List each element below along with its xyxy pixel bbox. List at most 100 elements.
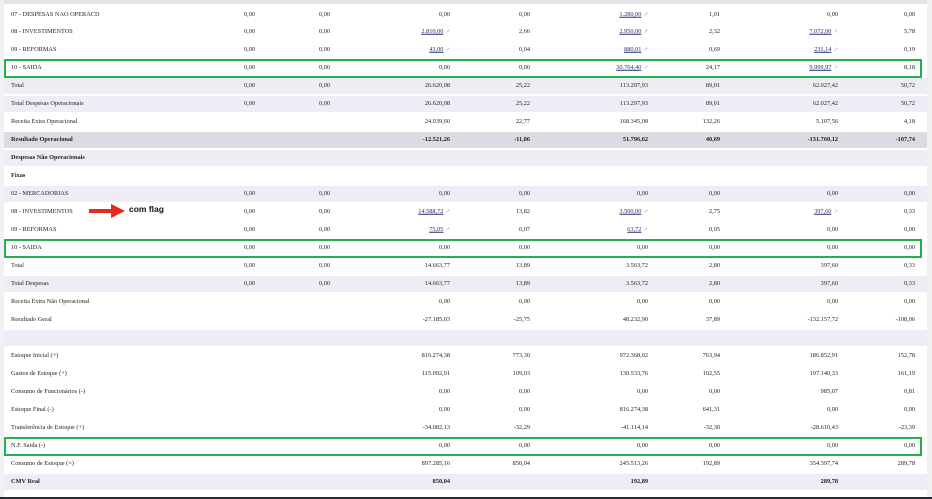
cell-text[interactable]: 2.810,00 (421, 28, 443, 35)
cell-text: 0,69 (708, 45, 720, 53)
cell-value: 0,00 (319, 244, 330, 251)
cell-text: 2,75 (708, 207, 720, 215)
external-link-icon[interactable]: ↗ (833, 209, 838, 216)
cell-link[interactable]: 63,72 ↗ (627, 226, 648, 234)
cell-text: 0,00 (826, 297, 838, 305)
cell-text[interactable]: 1.280,00 (619, 11, 641, 18)
row-label: Resultado Operacional (11, 135, 73, 143)
cell-text: 13,89 (515, 261, 530, 269)
cell-link[interactable]: 2.810,00 ↗ (421, 28, 450, 36)
cell-text: 972.368,02 (619, 351, 648, 359)
cell-value: -28.610,43 (811, 424, 838, 431)
external-link-icon[interactable]: ↗ (445, 47, 450, 54)
cell-text[interactable]: 880,01 (624, 46, 641, 53)
cell-value: 0,00 (637, 190, 648, 197)
row-label: Receita Extra Não Operacional (11, 297, 90, 305)
cell-link[interactable]: 9.999,97 ↗ (809, 64, 838, 72)
external-link-icon[interactable]: ↗ (643, 12, 648, 19)
cell-text: 0,00 (243, 63, 255, 71)
cell-text: 102,55 (702, 369, 720, 377)
external-link-icon[interactable]: ↗ (833, 65, 838, 72)
cell-text: 0,00 (243, 225, 255, 233)
cell-text[interactable]: 9.999,97 (809, 64, 831, 71)
cell-text: 24.039,60 (424, 117, 450, 125)
row-label: Consumo de Funcionários (-) (11, 387, 85, 395)
cell-text[interactable]: 30.764,40 (616, 64, 641, 71)
cell-text: 0,00 (243, 81, 255, 89)
cell-value: 0,00 (709, 190, 720, 197)
cell-value: 0,00 (244, 190, 255, 197)
cell-link[interactable]: 880,01 ↗ (624, 46, 648, 54)
row-label: Consumo de Estoque (=) (11, 459, 74, 467)
cell-text: 13,82 (515, 207, 530, 215)
cell-link[interactable]: 1.280,00 ↗ (619, 11, 648, 19)
row-label: 08 - INVESTIMENTOS (11, 27, 73, 35)
cell-value: 289,78 (821, 478, 838, 485)
cell-value: 0,00 (637, 388, 648, 395)
cell-text[interactable]: 397,60 (814, 208, 831, 215)
cell-text: 773,30 (512, 351, 530, 359)
external-link-icon[interactable]: ↗ (643, 47, 648, 54)
external-link-icon[interactable]: ↗ (445, 29, 450, 36)
cell-text: -27.185,03 (422, 315, 450, 323)
cell-link[interactable]: 75,05 ↗ (429, 226, 450, 234)
cell-link[interactable]: 14.588,72 ↗ (418, 208, 450, 216)
cell-text[interactable]: 231,14 (814, 46, 831, 53)
cell-text[interactable]: 14.588,72 (418, 208, 443, 215)
cell-value: 641,31 (703, 406, 720, 413)
cell-text: 0,00 (243, 279, 255, 287)
cell-value: 0,00 (826, 405, 838, 413)
cell-text: 50,72 (900, 81, 915, 89)
cell-link[interactable]: 397,60 ↗ (814, 208, 838, 216)
cell-value: 0,00 (319, 11, 330, 18)
cell-value: 0,00 (637, 442, 648, 449)
cell-value: 0,00 (244, 28, 255, 35)
cell-link[interactable]: 231,14 ↗ (814, 46, 838, 54)
cell-text: 0,05 (708, 225, 720, 233)
cell-text: 0,00 (826, 405, 838, 413)
right-gutter (927, 0, 932, 497)
cell-value: 0,00 (637, 298, 648, 305)
cell-text[interactable]: 43,00 (429, 46, 443, 53)
cell-value: 0,00 (439, 442, 450, 449)
cell-value: -41.114,14 (620, 423, 648, 431)
external-link-icon[interactable]: ↗ (643, 209, 648, 216)
cell-text: 2,80 (708, 261, 720, 269)
cell-value: 62.027,42 (813, 82, 838, 89)
cell-text: 0,00 (708, 243, 720, 251)
row-label: Despesas Não Operacionais (11, 153, 85, 161)
cell-text: 0,07 (518, 225, 530, 233)
external-link-icon[interactable]: ↗ (643, 227, 648, 234)
cell-text: -41.114,14 (620, 423, 648, 431)
table-row (4, 330, 927, 346)
cell-value: 22,77 (516, 118, 530, 125)
cell-link[interactable]: 7.072,00 ↗ (809, 28, 838, 36)
cell-text: 0,00 (903, 189, 915, 197)
external-link-icon[interactable]: ↗ (445, 227, 450, 234)
cell-link[interactable]: 30.764,40 ↗ (616, 64, 648, 72)
external-link-icon[interactable]: ↗ (643, 65, 648, 72)
cell-value: 50,72 (900, 81, 915, 89)
cell-text: 0,00 (518, 10, 530, 18)
cell-text: 0,00 (708, 297, 720, 305)
cell-text[interactable]: 3.500,00 (619, 208, 641, 215)
cell-text: 0,19 (903, 45, 915, 53)
cell-link[interactable]: 2.950,00 ↗ (619, 28, 648, 36)
cell-value: 62.027,42 (813, 100, 838, 107)
external-link-icon[interactable]: ↗ (445, 209, 450, 216)
cell-text[interactable]: 7.072,00 (809, 28, 831, 35)
cell-text[interactable]: 2.950,00 (619, 28, 641, 35)
cell-link[interactable]: 43,00 ↗ (429, 46, 450, 54)
cell-text: -108,06 (895, 315, 915, 323)
cell-value: 24.039,60 (424, 117, 450, 125)
external-link-icon[interactable]: ↗ (833, 47, 838, 54)
cell-value: 0,00 (243, 63, 255, 71)
cell-value: 0,33 (904, 262, 915, 269)
cell-link[interactable]: 3.500,00 ↗ (619, 208, 648, 216)
external-link-icon[interactable]: ↗ (643, 29, 648, 36)
cell-text: 245.513,26 (619, 459, 648, 467)
cell-text[interactable]: 75,05 (429, 226, 443, 233)
row-label: 02 - MERCADORIAS (11, 189, 69, 197)
external-link-icon[interactable]: ↗ (833, 29, 838, 36)
cell-text[interactable]: 63,72 (627, 226, 641, 233)
